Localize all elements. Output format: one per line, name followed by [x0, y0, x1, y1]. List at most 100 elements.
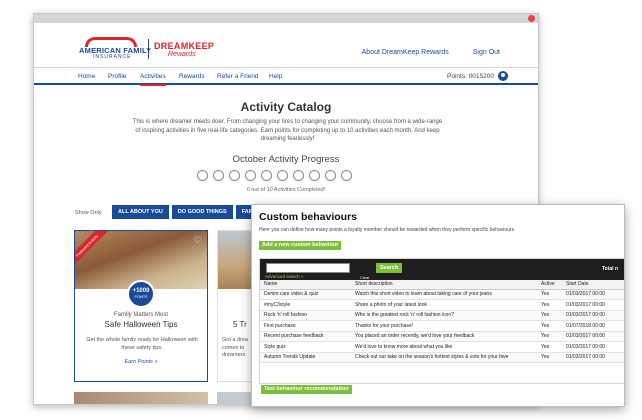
show-only-label: Show Only — [75, 210, 102, 216]
advanced-search-link[interactable]: Advanced search » — [265, 274, 304, 279]
site-header: AMERICAN FAMILY INSURANCE DREAMKEEP Rewa… — [34, 23, 538, 67]
cell-start-date: 01/03/2017 00:00 — [562, 341, 624, 353]
heart-icon[interactable]: ♡ — [194, 235, 202, 246]
cell-active: Yes — [537, 310, 562, 321]
dreamkeep-logo: DREAMKEEP Rewards — [154, 41, 214, 58]
card-description: Get the whole family ready for Halloween… — [86, 337, 198, 351]
cell-start-date: 01/03/2017 00:00 — [562, 352, 624, 363]
total-label: Total n — [601, 266, 618, 272]
activity-card-featured[interactable]: Featured Activity ♡ +1000 POINTS Family … — [74, 230, 208, 382]
about-link[interactable]: About DreamKeep Rewards — [362, 49, 449, 56]
featured-ribbon: Featured Activity — [75, 231, 109, 268]
nav-rewards[interactable]: Rewards — [179, 73, 205, 80]
custom-behaviours-window: Custom behaviours Here you can define ho… — [251, 204, 625, 407]
logo-brand: DREAMKEEP — [154, 40, 215, 51]
cell-description: Watch this short video to learn about ta… — [351, 289, 537, 300]
cell-name: Autumn Trends Update — [260, 352, 351, 363]
cell-start-date: 01/03/2017 00:00 — [562, 310, 624, 321]
cell-description: Share a photo of your latest look — [351, 299, 537, 311]
table-row[interactable]: Denim care video & quiz Watch this short… — [260, 289, 624, 300]
cell-active: Yes — [537, 331, 562, 342]
progress-circle-icon — [277, 170, 288, 181]
table-row[interactable]: Recent purchase feedback You placed an o… — [260, 331, 624, 342]
clear-link[interactable]: Clear — [360, 275, 370, 280]
search-button[interactable]: Search — [376, 263, 403, 273]
col-active[interactable]: Active — [537, 280, 562, 290]
card-description: Got a drea comes to dreamers — [222, 337, 248, 358]
admin-title: Custom behaviours — [259, 211, 358, 223]
filter-do-good-things[interactable]: DO GOOD THINGS — [171, 205, 233, 219]
top-links: About DreamKeep Rewards Sign Out — [340, 49, 500, 56]
points-balance: Points: 0015200 — [447, 73, 494, 80]
user-icon[interactable] — [498, 71, 508, 81]
behaviours-panel: Search Advanced search » Clear Total n N… — [259, 258, 624, 384]
cell-name: Style quiz — [260, 341, 351, 353]
col-name[interactable]: Name — [260, 280, 351, 290]
cell-name: Denim care video & quiz — [260, 289, 351, 300]
nav-help[interactable]: Help — [269, 73, 282, 80]
progress-circle-icon — [309, 170, 320, 181]
table-row[interactable]: Autumn Trends Update Check out our take … — [260, 352, 624, 363]
search-bar: Search Advanced search » Clear Total n — [260, 259, 624, 280]
card-title: Safe Halloween Tips — [104, 320, 178, 329]
search-input[interactable] — [266, 263, 350, 273]
cell-name: Rock 'n' roll fashion — [260, 310, 351, 321]
page-title: Activity Catalog — [240, 100, 332, 114]
amfam-logo: AMERICAN FAMILY INSURANCE — [79, 37, 151, 61]
cell-description: You placed an order recently, we'd love … — [351, 331, 537, 342]
progress-title: October Activity Progress — [232, 154, 340, 165]
card-category: Family Matters Most — [113, 312, 168, 318]
filter-all-about-you[interactable]: ALL ABOUT YOU — [112, 205, 169, 219]
logo-text-secondary: INSURANCE — [93, 54, 132, 60]
site-logo[interactable]: AMERICAN FAMILY INSURANCE DREAMKEEP Rewa… — [79, 37, 214, 61]
table-row[interactable]: First purchase Thanks for your purchase!… — [260, 320, 624, 332]
completed-text: 0 out of 10 Activities Completed! — [246, 187, 326, 193]
col-start-date[interactable]: Start Date — [562, 280, 624, 290]
progress-circle-icon — [325, 170, 336, 181]
table-row[interactable]: #myC3style Share a photo of your latest … — [260, 299, 624, 311]
progress-circle-icon — [229, 170, 240, 181]
admin-subtitle: Here you can define how many points a lo… — [259, 227, 516, 233]
cell-name: Recent purchase feedback — [260, 331, 351, 342]
progress-circle-icon — [341, 170, 352, 181]
progress-circle-icon — [197, 170, 208, 181]
points-badge: +1000 POINTS — [127, 280, 155, 308]
test-recommendation-button[interactable]: Test behaviour recommendation — [261, 385, 352, 394]
main-nav: Home Profile Activities Rewards Refer a … — [34, 67, 538, 86]
close-icon[interactable] — [528, 15, 535, 22]
cell-start-date: 01/03/2017 00:00 — [562, 331, 624, 342]
earn-points-link[interactable]: Earn Points » — [75, 359, 207, 365]
cell-active: Yes — [537, 289, 562, 300]
nav-profile[interactable]: Profile — [108, 73, 126, 80]
add-behaviour-button[interactable]: Add a new custom behaviour — [259, 241, 342, 250]
progress-circle-icon — [261, 170, 272, 181]
cell-description: Check out our take on the season's hotte… — [351, 352, 537, 363]
progress-circle-icon — [245, 170, 256, 181]
cell-start-date: 01/03/2017 00:00 — [562, 299, 624, 311]
cell-start-date: 01/07/2018 00:00 — [562, 320, 624, 332]
behaviours-table: Name Short description Active Start Date… — [260, 280, 624, 363]
progress-circle-icon — [293, 170, 304, 181]
intro-text: This is where dreamer meets doer. From c… — [132, 119, 443, 142]
cell-name: #myC3style — [260, 299, 351, 311]
badge-unit: POINTS — [134, 295, 148, 299]
nav-home[interactable]: Home — [78, 73, 95, 80]
cell-description: We'd love to know more about what you li… — [351, 341, 537, 353]
activity-card-partial[interactable] — [74, 392, 208, 404]
window-titlebar — [34, 14, 538, 23]
progress-circles — [197, 170, 352, 181]
cell-active: Yes — [537, 352, 562, 363]
sign-out-link[interactable]: Sign Out — [473, 49, 500, 56]
nav-refer[interactable]: Refer a Friend — [217, 73, 259, 80]
card-title: 5 Tr — [233, 320, 247, 329]
cell-active: Yes — [537, 320, 562, 332]
table-row[interactable]: Style quiz We'd love to know more about … — [260, 341, 624, 353]
cell-description: Thanks for your purchase! — [351, 320, 537, 332]
col-description[interactable]: Short description — [351, 280, 537, 290]
table-row[interactable]: Rock 'n' roll fashion Who is the greates… — [260, 310, 624, 321]
cell-start-date: 01/03/2017 00:00 — [562, 289, 624, 300]
nav-activities[interactable]: Activities — [140, 73, 166, 86]
logo-sub: Rewards — [168, 50, 196, 58]
cell-active: Yes — [537, 299, 562, 311]
progress-circle-icon — [213, 170, 224, 181]
